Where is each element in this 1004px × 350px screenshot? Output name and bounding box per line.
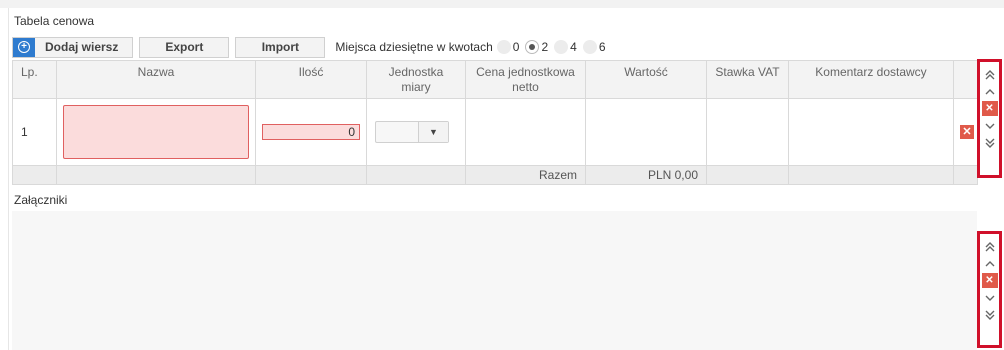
col-header-lp: Lp. [12,60,57,99]
double-chevron-down-icon[interactable] [982,135,998,150]
attachments-title: Załączniki [14,193,68,207]
cell-comment[interactable] [788,98,954,166]
chevron-down-icon[interactable] [982,290,998,305]
summary-cell [706,165,789,185]
col-header-vat: Stawka VAT [706,60,789,99]
cell-value [585,98,707,166]
name-input[interactable] [63,105,249,159]
radio-circle-selected [525,40,540,54]
cell-qty: 0 [255,98,367,166]
decimals-label: Miejsca dziesiętne w kwotach [335,40,493,54]
cell-vat[interactable] [706,98,789,166]
summary-cell [56,165,256,185]
delete-x-icon[interactable]: ✕ [981,101,998,116]
add-row-label: Dodaj wiersz [45,40,119,54]
cell-actions: ✕ [953,98,978,166]
cell-unit-price[interactable] [465,98,586,166]
double-chevron-up-icon[interactable] [982,67,998,82]
chevron-down-icon[interactable] [982,118,998,133]
summary-total: PLN 0,00 [585,165,707,185]
price-table-move-controls: ✕ [977,59,1002,178]
plus-circle-icon: + [13,37,35,57]
radio-label: 6 [598,40,606,54]
attachments-move-controls: ✕ [977,231,1002,348]
table-header-row: Lp. Nazwa Ilość Jednostka miary Cena jed… [12,60,978,99]
quantity-input[interactable]: 0 [262,124,360,140]
summary-cell [12,165,57,185]
unit-select[interactable]: ▼ [375,121,449,143]
import-button[interactable]: Import [235,36,326,58]
summary-cell [255,165,367,185]
top-strip [0,0,1004,8]
cell-name [56,98,256,166]
radio-circle [554,40,569,54]
delete-x-icon[interactable]: ✕ [981,273,998,288]
summary-cell [366,165,466,185]
attachments-area[interactable] [12,211,977,350]
add-row-button[interactable]: + Dodaj wiersz [12,36,134,58]
radio-circle [496,40,511,54]
chevron-up-icon[interactable] [982,256,998,271]
radio-label: 4 [570,40,577,54]
summary-cell [953,165,978,185]
price-table: Lp. Nazwa Ilość Jednostka miary Cena jed… [12,60,978,185]
decimals-radio-0[interactable]: 0 [496,40,520,54]
col-header-name: Nazwa [56,60,256,99]
decimals-radio-4[interactable]: 4 [554,40,577,54]
col-header-unit: Jednostka miary [366,60,466,99]
table-row: 1 0 ▼ ✕ [12,98,978,166]
export-button[interactable]: Export [139,36,230,58]
col-header-actions [953,60,978,99]
summary-row: Razem PLN 0,00 [12,165,978,185]
decimals-radio-2[interactable]: 2 [525,40,548,54]
radio-label: 2 [541,40,549,54]
cell-lp: 1 [12,98,57,166]
summary-label: Razem [465,165,586,185]
delete-row-button[interactable]: ✕ [960,125,974,139]
unit-select-value [376,122,418,142]
double-chevron-up-icon[interactable] [982,239,998,254]
chevron-up-icon[interactable] [982,84,998,99]
price-table-toolbar: + Dodaj wiersz Export Import Miejsca dzi… [12,36,612,58]
double-chevron-down-icon[interactable] [982,307,998,322]
radio-circle [582,40,597,54]
col-header-qty: Ilość [255,60,367,99]
price-table-title: Tabela cenowa [14,14,95,28]
col-header-comment: Komentarz dostawcy [788,60,954,99]
caret-down-icon: ▼ [418,122,448,142]
col-header-value: Wartość [585,60,707,99]
summary-cell [788,165,954,185]
decimals-radio-6[interactable]: 6 [582,40,606,54]
col-header-unit-price: Cena jednostkowa netto [465,60,586,99]
radio-label: 0 [512,40,520,54]
cell-unit: ▼ [366,98,466,166]
